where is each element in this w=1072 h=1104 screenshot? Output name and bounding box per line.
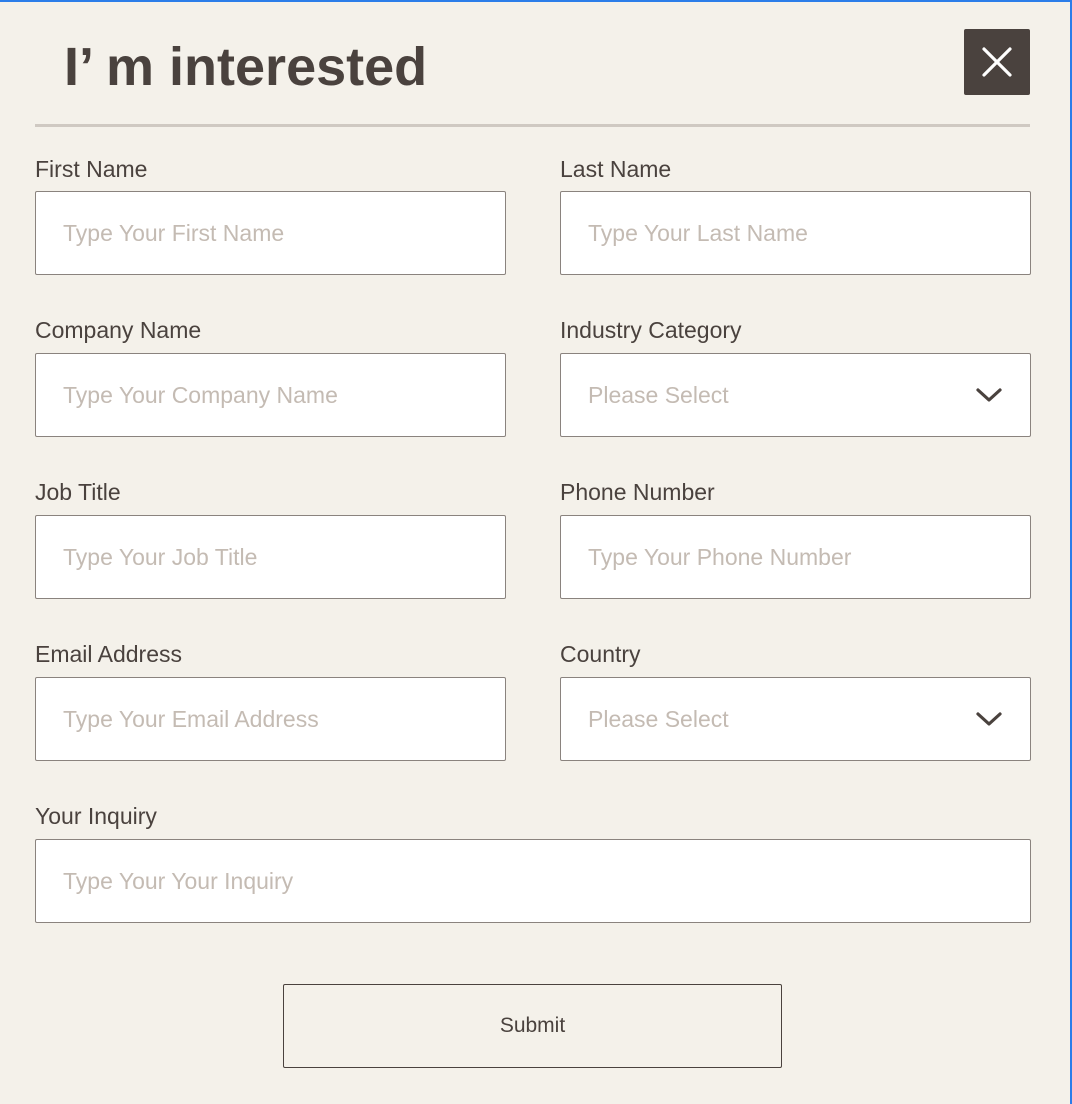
first-name-input[interactable] [36,192,505,274]
job-title-label: Job Title [35,479,121,505]
phone-number-input[interactable] [561,516,1030,598]
your-inquiry-input[interactable] [36,840,1030,922]
close-icon [982,47,1012,77]
chevron-down-icon [976,712,1002,726]
job-title-field-box [35,515,506,599]
email-address-field-box [35,677,506,761]
company-name-input[interactable] [36,354,505,436]
last-name-label: Last Name [560,156,672,182]
email-address-input[interactable] [36,678,505,760]
industry-category-label: Industry Category [560,317,742,343]
industry-category-selected-value: Please Select [588,382,729,408]
chevron-down-icon [976,388,1002,402]
phone-number-field-box [560,515,1031,599]
close-button[interactable] [964,29,1030,95]
industry-category-select[interactable]: Please Select [560,353,1031,437]
title-divider [35,124,1030,127]
interest-form-modal: I’ m interested First Name Last Name Com… [0,0,1072,1104]
last-name-input[interactable] [561,192,1030,274]
company-name-label: Company Name [35,317,202,343]
your-inquiry-label: Your Inquiry [35,803,157,829]
job-title-input[interactable] [36,516,505,598]
country-selected-value: Please Select [588,706,729,732]
first-name-label: First Name [35,156,148,182]
phone-number-label: Phone Number [560,479,715,505]
submit-button[interactable]: Submit [283,984,782,1068]
last-name-field-box [560,191,1031,275]
country-select[interactable]: Please Select [560,677,1031,761]
your-inquiry-field-box [35,839,1031,923]
form-title: I’ m interested [64,37,428,97]
company-name-field-box [35,353,506,437]
first-name-field-box [35,191,506,275]
email-address-label: Email Address [35,641,183,667]
country-label: Country [560,641,641,667]
